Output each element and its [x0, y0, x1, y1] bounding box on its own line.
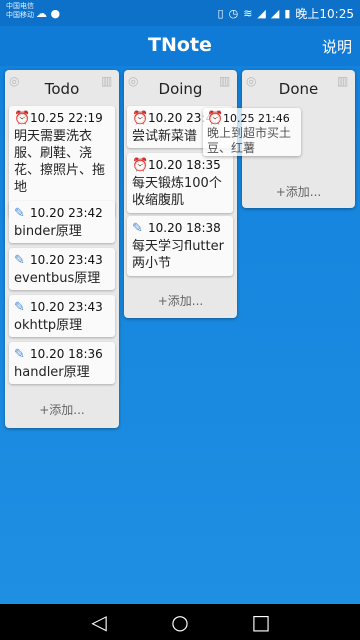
pen-icon: ✎ — [14, 205, 25, 221]
navigation-bar: ◁ ○ □ — [0, 604, 360, 640]
pen-icon: ✎ — [14, 252, 25, 268]
card-text: okhttp原理 — [14, 318, 83, 333]
alarm-icon: ⏰ — [132, 157, 149, 173]
card-time: 10.20 18:38 — [148, 221, 221, 235]
card-text: 每天锻炼100个收缩腹肌 — [132, 176, 222, 208]
card-time: 10.20 23:43 — [30, 300, 103, 314]
wifi-icon: ≋ — [243, 7, 253, 20]
list-item[interactable]: ✎ 10.20 18:36 handler原理 — [9, 342, 115, 384]
card-text: 每天学习flutter两小节 — [132, 239, 224, 271]
alarm-clock-icon: ◷ — [228, 7, 239, 20]
card-text: handler原理 — [14, 365, 90, 380]
card-time: 10.20 23:42 — [30, 206, 103, 220]
card-time: 10.20 18:36 — [30, 347, 103, 361]
chat-bubble-icon: ☁ ● — [36, 7, 61, 20]
card-text: binder原理 — [14, 224, 82, 239]
battery-icon: ▮ — [284, 7, 291, 20]
pen-icon: ✎ — [132, 220, 143, 236]
list-item[interactable]: ✎ 10.20 23:43 eventbus原理 — [9, 248, 115, 290]
add-card-button[interactable]: +添加... — [124, 292, 237, 309]
delete-icon[interactable]: ▥ — [337, 74, 351, 88]
alarm-icon: ⏰ — [207, 110, 224, 126]
app-title: TNote — [148, 34, 212, 56]
add-card-button[interactable]: +添加... — [5, 401, 119, 418]
notification-icons: ☁ ● — [36, 7, 60, 20]
carrier-1: 中国电信 — [6, 2, 34, 10]
card-time: 10.20 23:43 — [30, 253, 103, 267]
home-icon[interactable]: ○ — [165, 610, 195, 634]
column-header: ◎ Doing ▥ — [124, 70, 237, 104]
list-item[interactable]: ✎ 10.20 23:42 binder原理 — [9, 201, 115, 243]
recents-icon[interactable]: □ — [246, 610, 276, 634]
column-todo: ◎ Todo ▥ ⏰ 10.25 22:19 明天需要洗衣服、刷鞋、浇花、擦照片、… — [5, 70, 119, 428]
delete-icon[interactable]: ▥ — [219, 74, 233, 88]
vibrate-icon: ▯ — [217, 7, 224, 20]
signal-icon: ◢ — [257, 7, 266, 20]
delete-icon[interactable]: ▥ — [101, 74, 115, 88]
signal-icon-2: ◢ — [270, 7, 280, 20]
carrier-labels: 中国电信 中国移动 — [6, 2, 34, 20]
app-bar: TNote 说明 — [0, 26, 360, 66]
back-icon[interactable]: ◁ — [84, 610, 114, 634]
card-time: 10.20 18:35 — [148, 158, 221, 172]
help-button[interactable]: 说明 — [322, 36, 352, 57]
alarm-icon: ⏰ — [14, 110, 31, 126]
dragging-card[interactable]: ⏰ 10.25 21:46 晚上到超市买土豆、红薯 — [203, 108, 301, 156]
list-item[interactable]: ⏰ 10.20 18:35 每天锻炼100个收缩腹肌 — [127, 153, 233, 213]
card-text: 明天需要洗衣服、刷鞋、浇花、擦照片、拖地 — [14, 129, 106, 195]
clock-time: 晚上10:25 — [295, 7, 354, 21]
list-item[interactable]: ✎ 10.20 23:43 okhttp原理 — [9, 295, 115, 337]
card-text: 晚上到超市买土豆、红薯 — [207, 126, 292, 155]
column-header: ◎ Done ▥ — [242, 70, 355, 104]
status-bar: 中国电信 中国移动 ☁ ● ▯ ◷ ≋ ◢ ◢ ▮ 晚上10:25 — [0, 0, 360, 26]
pen-icon: ✎ — [14, 346, 25, 362]
add-card-button[interactable]: +添加... — [242, 183, 355, 200]
pen-icon: ✎ — [14, 299, 25, 315]
card-time: 10.25 21:46 — [223, 111, 290, 125]
column-header: ◎ Todo ▥ — [5, 70, 119, 104]
alarm-icon: ⏰ — [132, 110, 149, 126]
card-text: eventbus原理 — [14, 271, 101, 286]
carrier-2: 中国移动 — [6, 11, 34, 19]
status-right: ▯ ◷ ≋ ◢ ◢ ▮ 晚上10:25 — [218, 5, 354, 22]
card-time: 10.25 22:19 — [30, 111, 103, 125]
list-item[interactable]: ✎ 10.20 18:38 每天学习flutter两小节 — [127, 216, 233, 276]
